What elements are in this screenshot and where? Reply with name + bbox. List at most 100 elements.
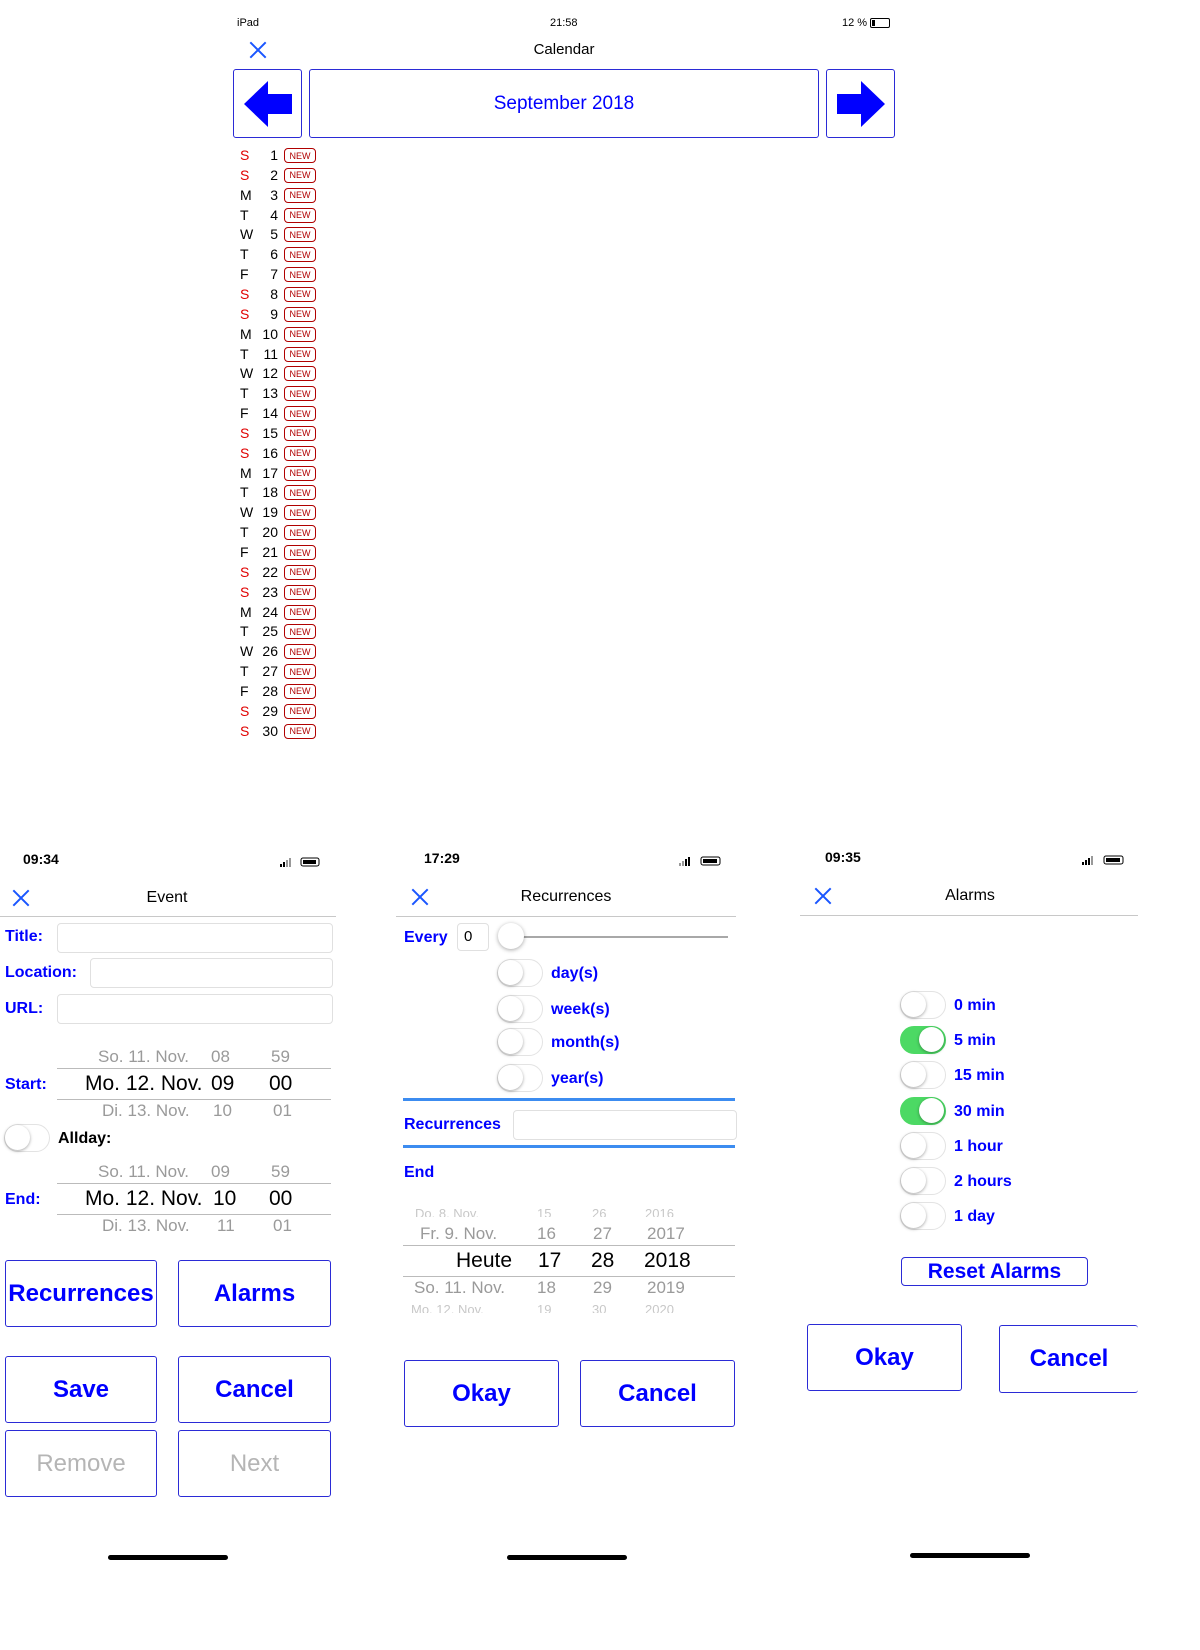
new-event-button[interactable]: NEW <box>284 584 316 600</box>
cancel-button[interactable]: Cancel <box>999 1325 1138 1393</box>
okay-button[interactable]: Okay <box>807 1324 962 1391</box>
picker-item[interactable]: 59 <box>271 1047 290 1067</box>
picker-item[interactable]: 19 <box>537 1302 551 1313</box>
alarm-toggle[interactable] <box>900 1167 946 1195</box>
alarm-toggle[interactable] <box>900 1026 946 1055</box>
close-icon[interactable] <box>409 886 431 908</box>
picker-selected[interactable]: 10 <box>213 1187 236 1211</box>
new-event-button[interactable]: NEW <box>284 425 316 441</box>
picker-item[interactable]: So. 11. Nov. <box>98 1047 189 1067</box>
allday-toggle[interactable] <box>4 1124 50 1152</box>
every-input[interactable]: 0 <box>457 923 489 951</box>
picker-item[interactable]: 10 <box>213 1101 232 1121</box>
picker-item[interactable]: Di. 13. Nov. <box>102 1216 190 1236</box>
new-event-button[interactable]: NEW <box>284 148 316 163</box>
reset-alarms-button[interactable]: Reset Alarms <box>901 1257 1088 1286</box>
url-input[interactable] <box>57 994 333 1024</box>
picker-item[interactable]: 11 <box>217 1216 235 1236</box>
picker-item[interactable]: 18 <box>537 1278 556 1298</box>
title-input[interactable] <box>57 923 333 953</box>
picker-selected[interactable]: Heute <box>456 1249 512 1273</box>
new-event-button[interactable]: NEW <box>284 683 316 699</box>
picker-item[interactable]: 27 <box>593 1224 612 1244</box>
picker-selected[interactable]: 2018 <box>644 1249 691 1273</box>
new-event-button[interactable]: NEW <box>284 326 316 342</box>
alarms-button[interactable]: Alarms <box>178 1260 331 1327</box>
picker-item[interactable]: 2020 <box>645 1302 674 1313</box>
new-event-button[interactable]: NEW <box>284 664 316 680</box>
new-event-button[interactable]: NEW <box>284 247 316 263</box>
picker-item[interactable]: Di. 13. Nov. <box>102 1101 190 1121</box>
alarm-toggle[interactable] <box>900 991 946 1019</box>
picker-selected[interactable]: Mo. 12. Nov. <box>85 1187 203 1211</box>
save-button[interactable]: Save <box>5 1356 157 1423</box>
picker-item[interactable]: 26 <box>592 1206 606 1217</box>
picker-selected[interactable]: 17 <box>538 1249 561 1273</box>
frequency-toggle[interactable] <box>497 959 543 987</box>
alarm-toggle[interactable] <box>900 1061 946 1090</box>
new-event-button[interactable]: NEW <box>284 445 316 461</box>
new-event-button[interactable]: NEW <box>284 465 316 481</box>
new-event-button[interactable]: NEW <box>284 604 316 620</box>
cancel-button[interactable]: Cancel <box>580 1360 735 1427</box>
new-event-button[interactable]: NEW <box>284 386 316 402</box>
new-event-button[interactable]: NEW <box>284 306 316 322</box>
picker-selected[interactable]: 09 <box>211 1072 234 1096</box>
new-event-button[interactable]: NEW <box>284 406 316 422</box>
recurrences-button[interactable]: Recurrences <box>5 1260 157 1327</box>
alarm-toggle[interactable] <box>900 1131 946 1160</box>
new-event-button[interactable]: NEW <box>284 267 316 283</box>
new-event-button[interactable]: NEW <box>284 564 316 580</box>
picker-item[interactable]: 2016 <box>645 1206 674 1217</box>
new-event-button[interactable]: NEW <box>284 723 316 739</box>
new-event-button[interactable]: NEW <box>284 485 316 501</box>
new-event-button[interactable]: NEW <box>284 286 316 302</box>
picker-item[interactable]: Fr. 9. Nov. <box>420 1224 497 1244</box>
picker-item[interactable]: So. 11. Nov. <box>414 1278 505 1298</box>
new-event-button[interactable]: NEW <box>284 366 316 382</box>
remove-button[interactable]: Remove <box>5 1430 157 1497</box>
picker-item[interactable]: So. 11. Nov. <box>98 1162 189 1182</box>
home-indicator[interactable] <box>910 1553 1030 1558</box>
home-indicator[interactable] <box>507 1555 627 1560</box>
picker-selected[interactable]: Mo. 12. Nov. <box>85 1072 203 1096</box>
picker-selected[interactable]: 28 <box>591 1249 614 1273</box>
okay-button[interactable]: Okay <box>404 1360 559 1427</box>
picker-selected[interactable]: 00 <box>269 1187 292 1211</box>
new-event-button[interactable]: NEW <box>284 187 316 203</box>
alarm-toggle[interactable] <box>900 1202 946 1231</box>
picker-item[interactable]: 01 <box>273 1101 292 1121</box>
frequency-toggle[interactable] <box>497 995 543 1023</box>
picker-item[interactable]: 08 <box>211 1047 230 1067</box>
new-event-button[interactable]: NEW <box>284 624 316 640</box>
picker-item[interactable]: Mo. 12. Nov. <box>411 1302 484 1313</box>
next-button[interactable]: Next <box>178 1430 331 1497</box>
location-input[interactable] <box>90 958 333 988</box>
cancel-button[interactable]: Cancel <box>178 1356 331 1423</box>
picker-selected[interactable]: 00 <box>269 1072 292 1096</box>
new-event-button[interactable]: NEW <box>284 525 316 541</box>
picker-item[interactable]: 59 <box>271 1162 290 1182</box>
picker-item[interactable]: 16 <box>537 1224 556 1244</box>
recurrences-count-input[interactable] <box>513 1110 737 1140</box>
previous-month-button[interactable] <box>233 69 302 138</box>
new-event-button[interactable]: NEW <box>284 545 316 560</box>
picker-item[interactable]: 09 <box>211 1162 230 1182</box>
new-event-button[interactable]: NEW <box>284 167 316 183</box>
interval-slider-thumb[interactable] <box>498 923 524 949</box>
new-event-button[interactable]: NEW <box>284 346 316 362</box>
new-event-button[interactable]: NEW <box>284 644 316 660</box>
picker-item[interactable]: 2019 <box>647 1278 685 1298</box>
frequency-toggle[interactable] <box>497 1064 543 1092</box>
picker-item[interactable]: 15 <box>537 1206 551 1217</box>
picker-item[interactable]: 30 <box>592 1302 606 1313</box>
new-event-button[interactable]: NEW <box>284 227 316 243</box>
new-event-button[interactable]: NEW <box>284 207 316 223</box>
new-event-button[interactable]: NEW <box>284 505 316 521</box>
picker-item[interactable]: 29 <box>593 1278 612 1298</box>
new-event-button[interactable]: NEW <box>284 703 316 719</box>
close-icon[interactable] <box>10 887 32 909</box>
picker-item[interactable]: 01 <box>273 1216 292 1236</box>
alarm-toggle[interactable] <box>900 1096 946 1125</box>
frequency-toggle[interactable] <box>497 1028 543 1056</box>
